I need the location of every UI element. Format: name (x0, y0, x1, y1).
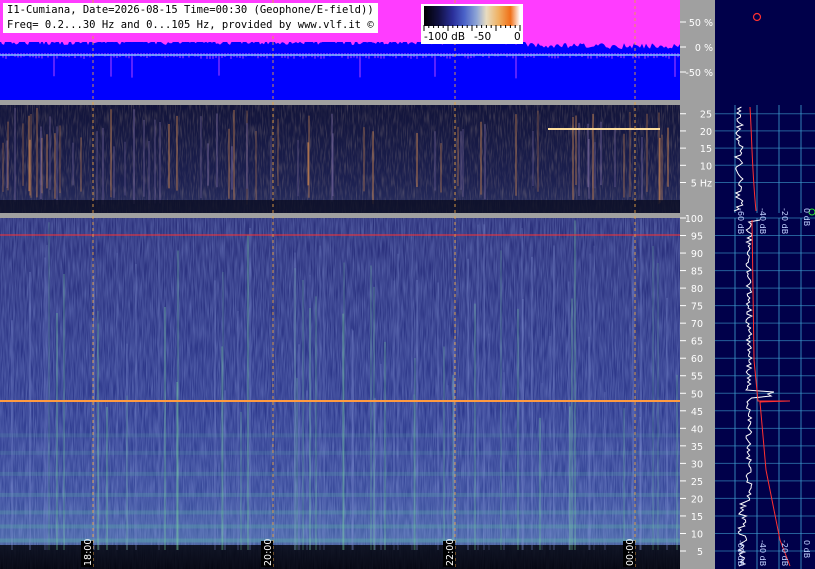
low-db-label: 0 dB (802, 208, 811, 226)
time-label: 20:00 (263, 539, 274, 566)
time-label: 00:00 (625, 539, 636, 566)
header-line1: I1-Cumiana, Date=2026-08-15 Time=00:30 (… (7, 4, 374, 16)
colorbar-label-min: -100 dB (424, 31, 466, 43)
low-tick-label: 10 (700, 161, 712, 172)
main-tick-label: 40 (691, 424, 703, 435)
main-tick-label: 30 (691, 459, 703, 470)
harmonic-band (0, 492, 680, 497)
amp-tick-label: 0 % (695, 43, 713, 54)
main-db-label: -60 dB (736, 540, 745, 566)
main-tick-label: 10 (691, 529, 703, 540)
low-db-label: -20 dB (780, 208, 789, 234)
low-floor (0, 200, 680, 213)
main-floor (0, 545, 680, 569)
main-tick-label: 55 (691, 372, 703, 383)
amp-tick-label: -50 % (685, 68, 713, 79)
harmonic-band (0, 433, 680, 438)
low-tick-label: 15 (700, 144, 712, 155)
main-tick-label: 95 (691, 232, 703, 243)
low-tick-label: 20 (700, 127, 712, 138)
colorbar-label-max: 0 (514, 31, 521, 43)
main-db-label: -20 dB (780, 540, 789, 566)
harmonic-band (0, 524, 680, 529)
main-tick-label: 65 (691, 337, 703, 348)
main-tick-label: 5 (697, 547, 703, 558)
main-tick-label: 85 (691, 267, 703, 278)
colorbar-label-mid: -50 (474, 31, 492, 43)
main-tick-label: 90 (691, 249, 703, 260)
main-tick-label: 20 (691, 494, 703, 505)
colorbar: -100 dB -50 0 (421, 4, 523, 44)
main-tick-label: 70 (691, 319, 703, 330)
header-info: I1-Cumiana, Date=2026-08-15 Time=00:30 (… (3, 3, 378, 33)
low-db-label: -40 dB (758, 208, 767, 234)
time-label: 22:00 (445, 539, 456, 566)
main-tick-label: 75 (691, 302, 703, 313)
harmonic-band (0, 510, 680, 515)
side-profile-panel: -60 dB -40 dB -20 dB 0 dB -60 dB -40 dB -20 dB… (715, 0, 815, 569)
colorbar-gradient (424, 6, 520, 26)
time-label: 18:00 (83, 539, 94, 566)
main-spectrogram (0, 218, 680, 569)
harmonic-band (0, 450, 680, 455)
spectrogram-chart: 50 %0 %-50 %252015105 Hz1009590858075706… (0, 0, 815, 569)
main-tick-label: 80 (691, 284, 703, 295)
main-tick-label: 100 (685, 214, 703, 225)
harmonic-band (0, 538, 680, 543)
main-db-label: -40 dB (758, 540, 767, 566)
low-frequency-spectrogram (0, 105, 680, 213)
amp-tick-label: 50 % (689, 18, 713, 29)
main-tick-label: 45 (691, 407, 703, 418)
low-tick-label: 5 Hz (691, 178, 712, 189)
main-db-label: 0 dB (802, 540, 811, 558)
main-tick-label: 50 (691, 389, 703, 400)
harmonic-band (0, 471, 680, 476)
low-tick-label: 25 (700, 110, 712, 121)
main-tick-label: 25 (691, 477, 703, 488)
low-db-label: -60 dB (736, 208, 745, 234)
main-tick-label: 60 (691, 354, 703, 365)
main-tick-label: 15 (691, 512, 703, 523)
header-line2: Freq= 0.2...30 Hz and 0...105 Hz, provid… (7, 19, 374, 31)
main-tick-label: 35 (691, 442, 703, 453)
